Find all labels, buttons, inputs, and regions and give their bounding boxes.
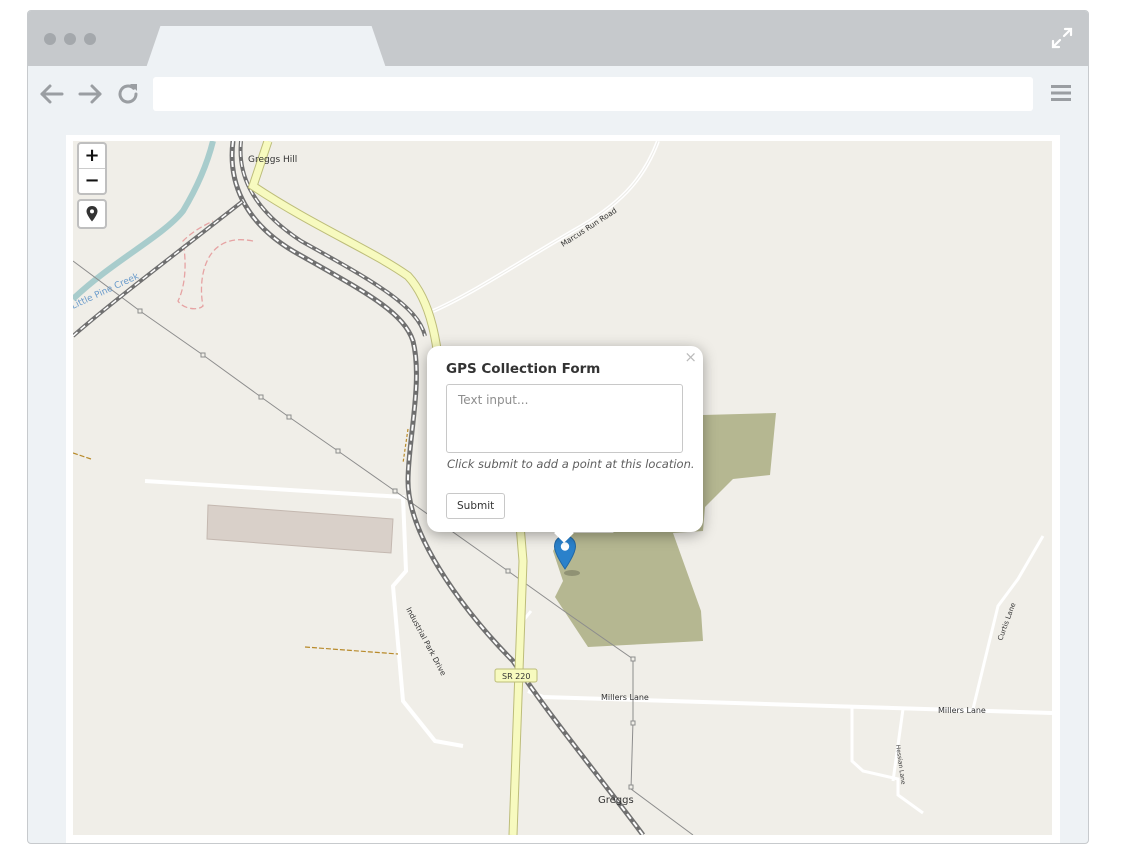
tab-bar (28, 11, 1088, 68)
zoom-control: + − (77, 142, 107, 195)
fullscreen-icon[interactable] (1050, 26, 1074, 50)
page-content: Greggs Hill Marcus Run Road Little Pine … (66, 135, 1060, 843)
map-label-greggs-hill: Greggs Hill (248, 155, 297, 165)
popup-form: × GPS Collection Form Click submit to ad… (427, 346, 703, 543)
window-dot-minimize[interactable] (64, 33, 76, 45)
map-label-greggs: Greggs (598, 795, 634, 806)
zoom-out-button[interactable]: − (79, 169, 105, 193)
hamburger-menu-icon[interactable] (1048, 80, 1074, 106)
locate-button[interactable] (77, 199, 107, 229)
map[interactable]: Greggs Hill Marcus Run Road Little Pine … (73, 141, 1052, 835)
browser-window: Greggs Hill Marcus Run Road Little Pine … (27, 10, 1089, 844)
zoom-in-button[interactable]: + (79, 144, 105, 169)
text-input-field[interactable] (446, 384, 683, 453)
reload-icon[interactable] (114, 80, 142, 108)
address-bar[interactable] (153, 77, 1033, 111)
back-arrow-icon[interactable] (38, 80, 66, 108)
map-label-sr220: SR 220 (502, 672, 530, 681)
window-dot-close[interactable] (44, 33, 56, 45)
popup-close-button[interactable]: × (684, 348, 697, 366)
map-marker-icon[interactable] (553, 535, 581, 577)
forward-arrow-icon[interactable] (76, 80, 104, 108)
popup-title: GPS Collection Form (446, 361, 601, 377)
browser-tab[interactable] (146, 26, 386, 68)
popup-help-text: Click submit to add a point at this loca… (447, 457, 695, 471)
map-pin-icon (86, 206, 98, 222)
submit-button[interactable]: Submit (446, 493, 506, 519)
map-label-millers-lane-2: Millers Lane (938, 706, 986, 715)
map-label-millers-lane-1: Millers Lane (601, 693, 649, 702)
browser-toolbar (28, 66, 1088, 126)
window-dot-maximize[interactable] (84, 33, 96, 45)
